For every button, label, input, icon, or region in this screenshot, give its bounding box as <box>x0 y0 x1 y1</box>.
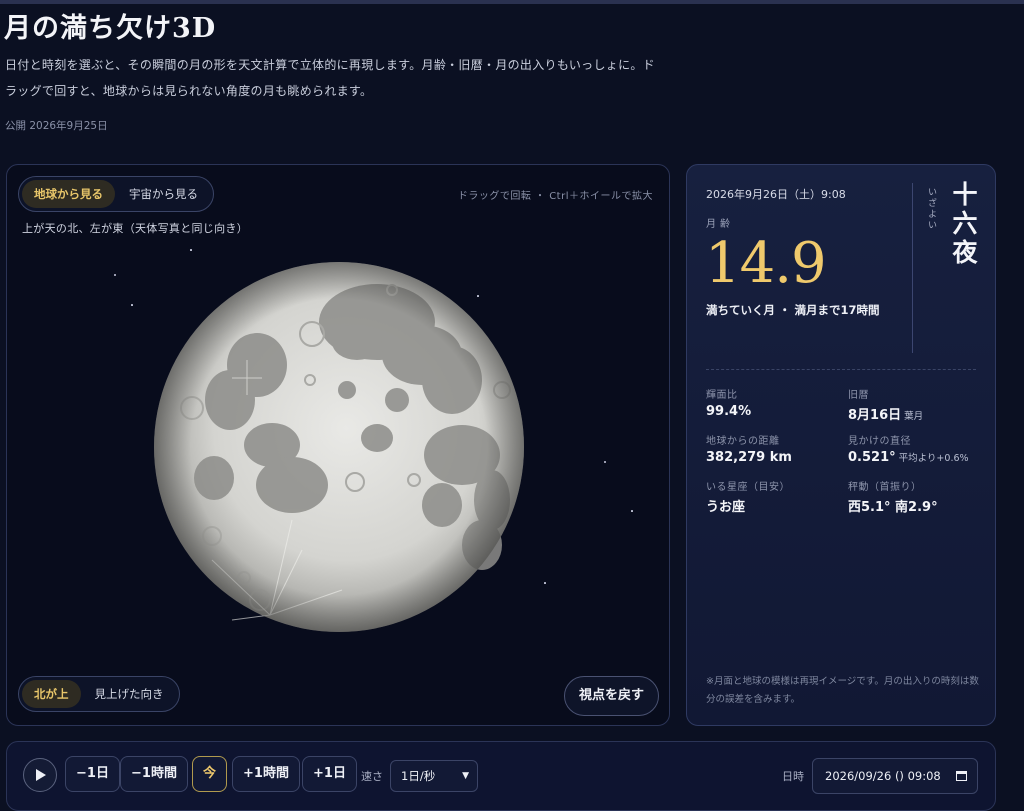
moon-viewer[interactable]: 地球から見る 宇宙から見る ドラッグで回転 ・ Ctrl＋ホイールで拡大 上が天… <box>6 164 670 726</box>
stat-sub: 葉月 <box>904 411 924 422</box>
plus-one-day-button[interactable]: +1日 <box>302 756 357 792</box>
stat-value: うお座 <box>706 500 746 515</box>
play-icon <box>36 769 46 781</box>
page-title: 月の満ち欠け3D <box>4 13 217 44</box>
description-line: 日付と時刻を選ぶと、その瞬間の月の形を天文計算で立体的に再現します。月齢・旧暦・… <box>5 58 655 72</box>
stat-distance: 地球からの距離 382,279 km <box>706 432 792 465</box>
disclaimer-note: ※月面と地球の模様は再現イメージです。月の出入りの時刻は数分の誤差を含みます。 <box>706 676 979 705</box>
stat-label: 見かけの直径 <box>848 436 911 447</box>
divider <box>912 183 913 353</box>
stat-label: 旧暦 <box>848 390 869 401</box>
moon-name-reading: いざよい <box>926 187 936 231</box>
minus-one-day-button[interactable]: −1日 <box>65 756 120 792</box>
stat-value: 8月16日 <box>848 408 902 423</box>
speed-label: 速さ <box>361 770 383 783</box>
speed-value: 1日/秒 <box>401 769 436 783</box>
reset-view-button[interactable]: 視点を戻す <box>563 676 659 716</box>
now-button[interactable]: 今 <box>192 756 228 792</box>
stat-libration: 秤動（首振り） 西5.1° 南2.9° <box>848 478 938 515</box>
page-description: 日付と時刻を選ぶと、その瞬間の月の形を天文計算で立体的に再現します。月齢・旧暦・… <box>5 52 705 104</box>
view-from-earth-button[interactable]: 地球から見る <box>22 180 115 208</box>
play-button[interactable] <box>23 758 57 792</box>
datetime-value: 2026/09/26 () 09:08 <box>825 769 941 783</box>
stat-value: 西5.1° 南2.9° <box>848 500 938 515</box>
stat-constellation: いる星座（目安） うお座 <box>706 478 790 515</box>
divider <box>706 369 976 370</box>
stat-value: 382,279 km <box>706 450 792 465</box>
interaction-hint: ドラッグで回転 ・ Ctrl＋ホイールで拡大 <box>457 191 653 202</box>
stat-label: いる星座（目安） <box>706 482 790 493</box>
datetime-label: 日時 <box>782 770 804 783</box>
top-border <box>0 0 1024 4</box>
moon-age-value: 14.9 <box>705 231 827 296</box>
moon-age-label: 月齢 <box>706 219 734 230</box>
published-date: 公開 2026年9月25日 <box>5 120 108 132</box>
north-mode-toggle: 北が上 見上げた向き <box>18 676 180 712</box>
star <box>631 510 633 512</box>
speed-select[interactable]: 1日/秒 ▼ <box>390 760 478 792</box>
stat-label: 地球からの距離 <box>706 436 780 447</box>
stat-sub: 平均より+0.6% <box>898 453 969 464</box>
star <box>604 461 606 463</box>
view-mode-toggle: 地球から見る 宇宙から見る <box>18 176 214 212</box>
stat-label: 輝面比 <box>706 390 738 401</box>
datetime-input[interactable]: 2026/09/26 () 09:08 <box>812 758 978 794</box>
chevron-down-icon: ▼ <box>462 771 469 781</box>
star <box>131 304 133 306</box>
stat-value: 0.521° <box>848 450 896 465</box>
description-line: ラッグで回すと、地球からは見られない角度の月も眺められます。 <box>5 84 373 98</box>
star <box>544 582 546 584</box>
view-from-space-button[interactable]: 宇宙から見る <box>117 180 210 208</box>
minus-one-hour-button[interactable]: −1時間 <box>120 756 188 792</box>
moon-name: 十六夜 <box>949 181 978 268</box>
moon-globe[interactable] <box>152 260 526 634</box>
stat-value: 99.4% <box>706 404 752 419</box>
star <box>190 249 192 251</box>
stat-label: 秤動（首振り） <box>848 482 922 493</box>
stat-illumination: 輝面比 99.4% <box>706 386 751 419</box>
phase-status: 満ちていく月 ・ 満月まで17時間 <box>706 303 880 317</box>
north-up-button[interactable]: 北が上 <box>22 680 81 708</box>
moon-info-panel: 2026年9月26日（土）9:08 月齢 14.9 満ちていく月 ・ 満月まで1… <box>686 164 996 726</box>
plus-one-hour-button[interactable]: +1時間 <box>232 756 300 792</box>
calendar-icon[interactable] <box>956 770 967 781</box>
look-up-orientation-button[interactable]: 見上げた向き <box>83 680 176 708</box>
stat-lunar-calendar: 旧暦 8月16日 葉月 <box>848 386 923 423</box>
time-controls: −1日 −1時間 今 +1時間 +1日 速さ 1日/秒 ▼ 日時 2026/09… <box>6 741 996 811</box>
orientation-note: 上が天の北、左が東（天体写真と同じ向き） <box>22 222 248 235</box>
star <box>114 274 116 276</box>
selected-datetime: 2026年9月26日（土）9:08 <box>706 188 846 201</box>
stat-apparent-diameter: 見かけの直径 0.521° 平均より+0.6% <box>848 432 969 465</box>
